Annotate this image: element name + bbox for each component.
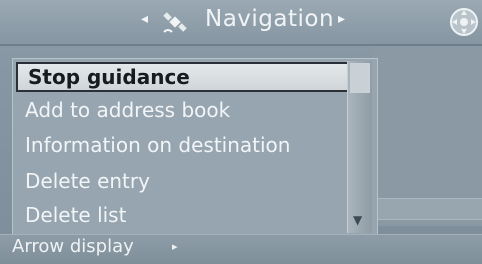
scrollbar-thumb[interactable] (350, 63, 370, 93)
options-menu: Stop guidance Add to address book Inform… (12, 58, 378, 236)
navigation-screen: ◂ Navigation ▸ Stop guidance Add to addr… (0, 0, 482, 264)
menu-item-label: Stop guidance (28, 65, 190, 89)
menu-item-stop-guidance[interactable]: Stop guidance (16, 62, 354, 92)
title-bar: ◂ Navigation ▸ (0, 0, 482, 46)
scroll-down-icon[interactable]: ▼ (353, 213, 362, 227)
background-list-row (372, 198, 482, 220)
menu-item-delete-entry[interactable]: Delete entry (25, 169, 150, 193)
menu-scrollbar[interactable]: ▼ (347, 61, 372, 233)
menu-item-information-on-destination[interactable]: Information on destination (25, 133, 290, 157)
bottom-bar: Arrow display ▸ (0, 234, 482, 264)
page-title: Navigation (205, 6, 335, 32)
satellite-icon (163, 12, 187, 33)
next-menu-arrow[interactable]: ▸ (338, 11, 345, 27)
menu-item-add-to-address-book[interactable]: Add to address book (25, 98, 230, 122)
chevron-right-icon: ▸ (172, 240, 178, 253)
menu-item-delete-list[interactable]: Delete list (25, 203, 126, 227)
controller-icon[interactable] (448, 6, 480, 38)
previous-menu-arrow[interactable]: ◂ (141, 11, 148, 27)
arrow-display-option[interactable]: Arrow display (12, 236, 134, 257)
